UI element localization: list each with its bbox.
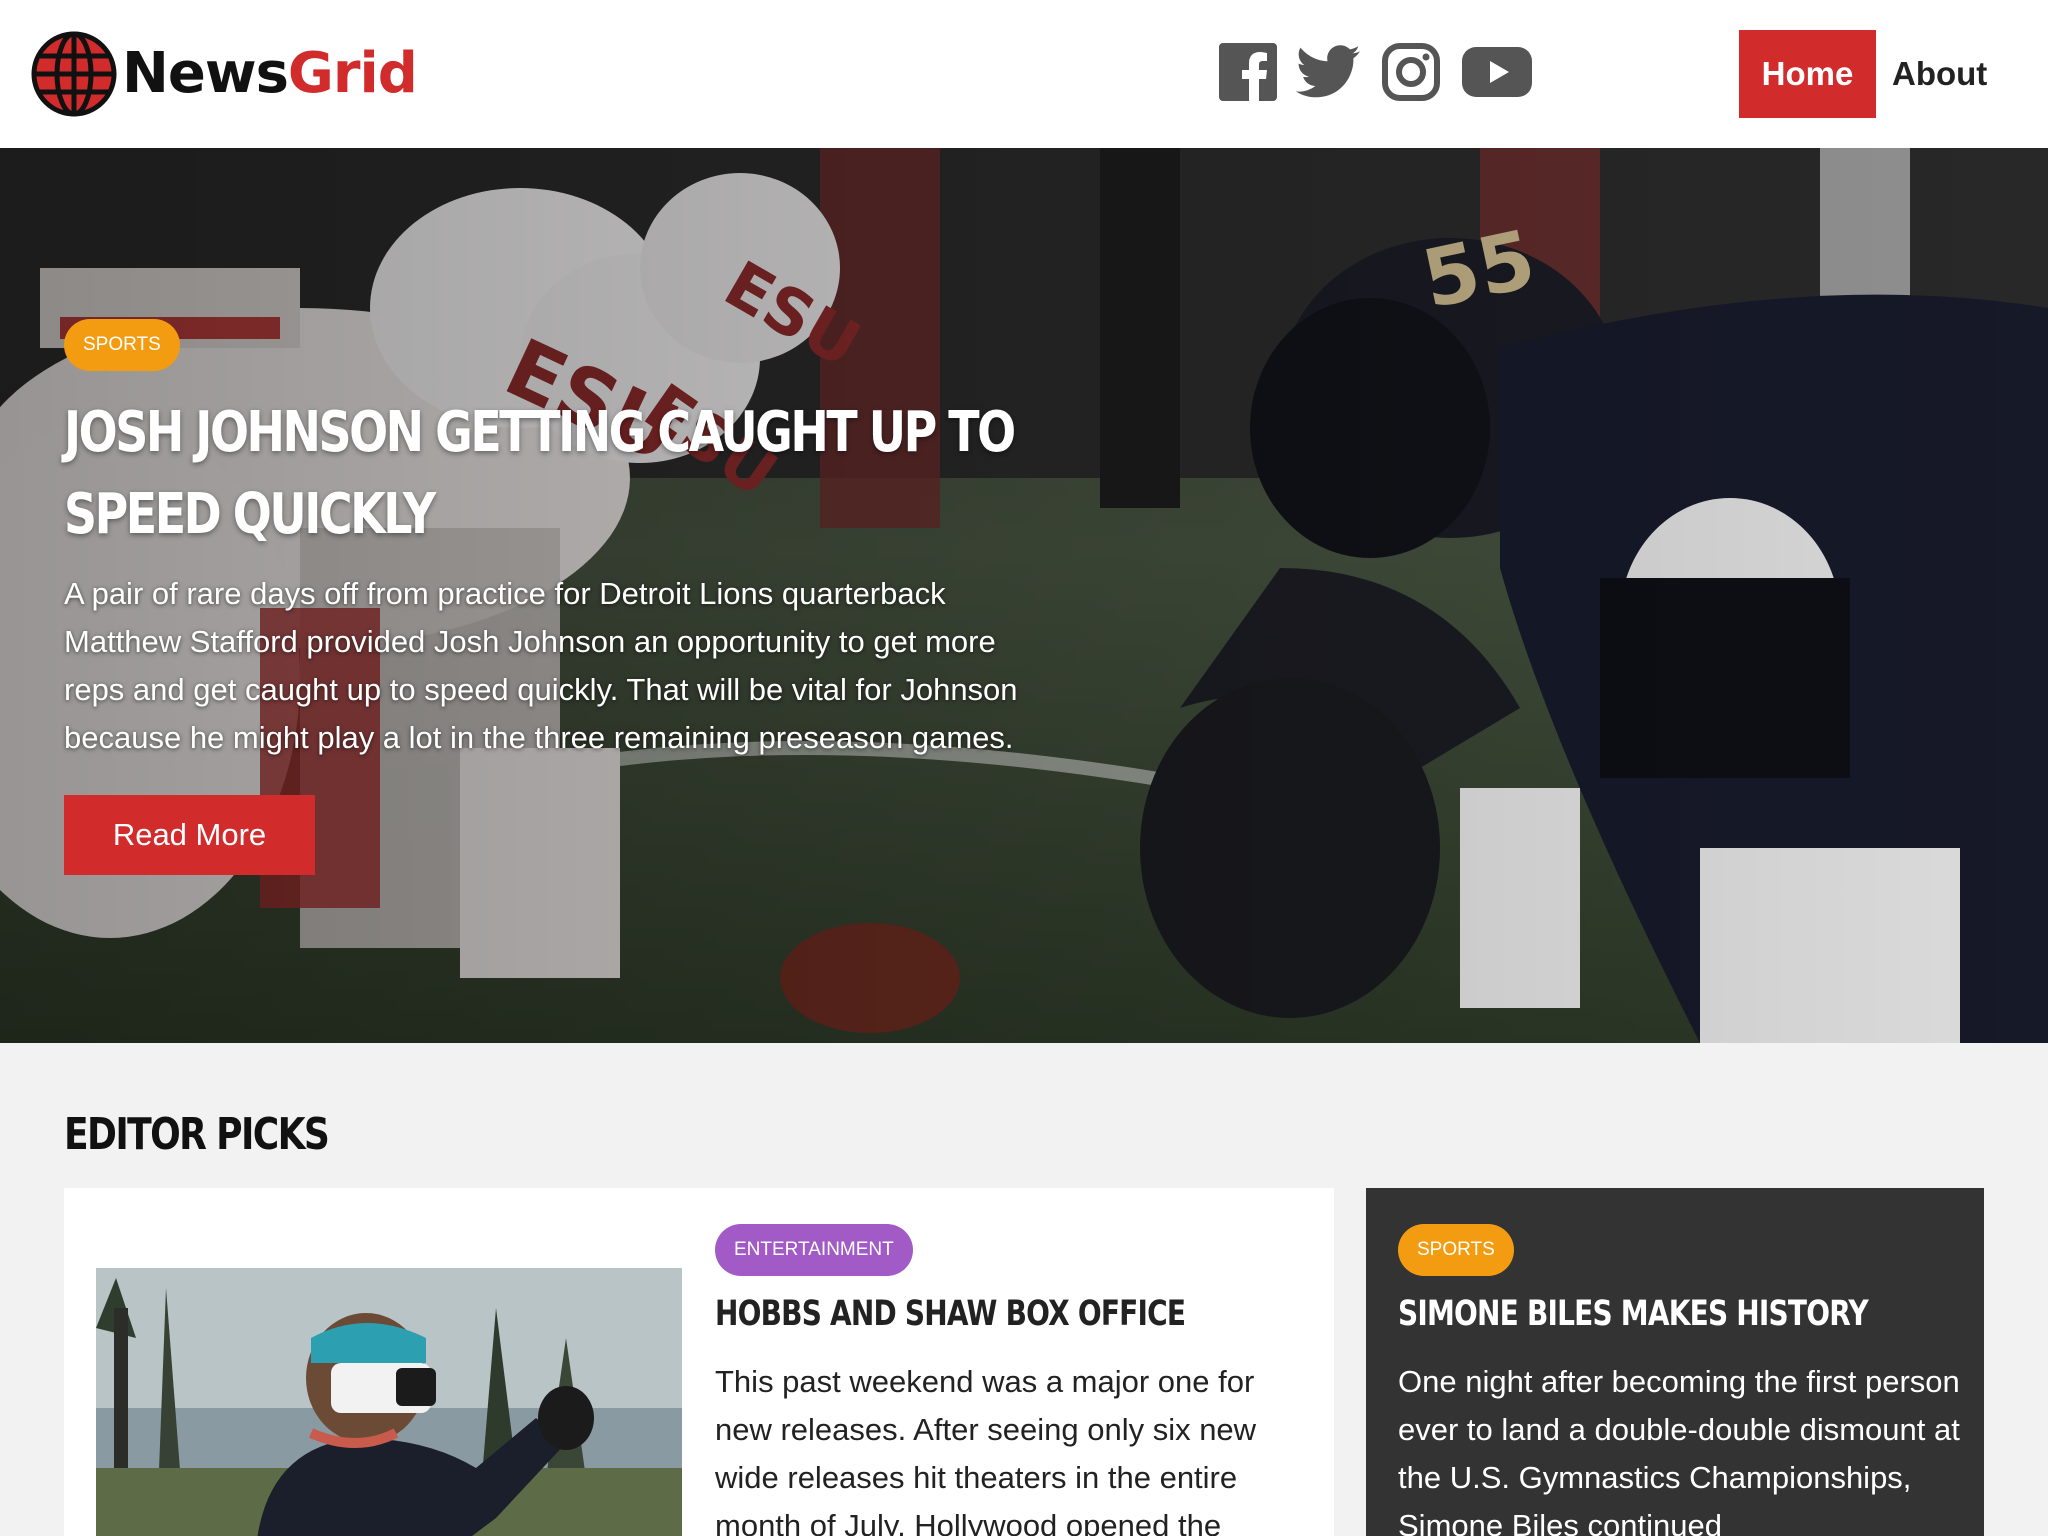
globe-icon — [31, 31, 117, 117]
instagram-icon[interactable] — [1382, 40, 1440, 104]
logo-text-news: News — [122, 41, 289, 106]
hero-summary: A pair of rare days off from practice fo… — [64, 576, 1018, 755]
youtube-icon[interactable] — [1462, 40, 1532, 104]
card-category-badge[interactable]: SPORTS — [1398, 1224, 1514, 1276]
card-image[interactable] — [96, 1268, 682, 1536]
site-header: NewsGrid Home About — [0, 0, 2048, 148]
editor-pick-card-side[interactable]: SPORTS SIMONE BILES MAKES HISTORY One ni… — [1366, 1188, 1984, 1536]
read-more-button[interactable]: Read More — [64, 795, 315, 875]
nav-about[interactable]: About — [1892, 30, 1987, 118]
nav-home[interactable]: Home — [1739, 30, 1876, 118]
editor-pick-card-main[interactable]: ENTERTAINMENT HOBBS AND SHAW BOX OFFICE … — [64, 1188, 1334, 1536]
logo-text-grid: Grid — [287, 41, 418, 106]
logo[interactable]: NewsGrid — [31, 30, 418, 118]
hero-category-badge[interactable]: SPORTS — [64, 319, 180, 371]
card-category-badge[interactable]: ENTERTAINMENT — [715, 1224, 913, 1276]
card-title[interactable]: SIMONE BILES MAKES HISTORY — [1398, 1294, 1869, 1334]
card-title[interactable]: HOBBS AND SHAW BOX OFFICE — [715, 1294, 1186, 1334]
facebook-icon[interactable] — [1219, 40, 1277, 104]
hero-title-line2: SPEED QUICKLY — [64, 482, 436, 547]
hero-banner: ESU ESU ESU 55 SPORTS JOSH JOHNSON GETTI… — [0, 148, 2048, 1043]
twitter-icon[interactable] — [1296, 40, 1360, 104]
hero-title[interactable]: JOSH JOHNSON GETTING CAUGHT UP TO SPEED … — [64, 392, 1040, 556]
editor-picks-title: EDITOR PICKS — [64, 1109, 330, 1160]
hero-title-line1: JOSH JOHNSON GETTING CAUGHT UP TO — [64, 400, 1016, 465]
card-summary: This past weekend was a major one for ne… — [715, 1364, 1257, 1536]
card-summary: One night after becoming the first perso… — [1398, 1364, 1960, 1536]
logo-wordmark: NewsGrid — [122, 46, 418, 102]
